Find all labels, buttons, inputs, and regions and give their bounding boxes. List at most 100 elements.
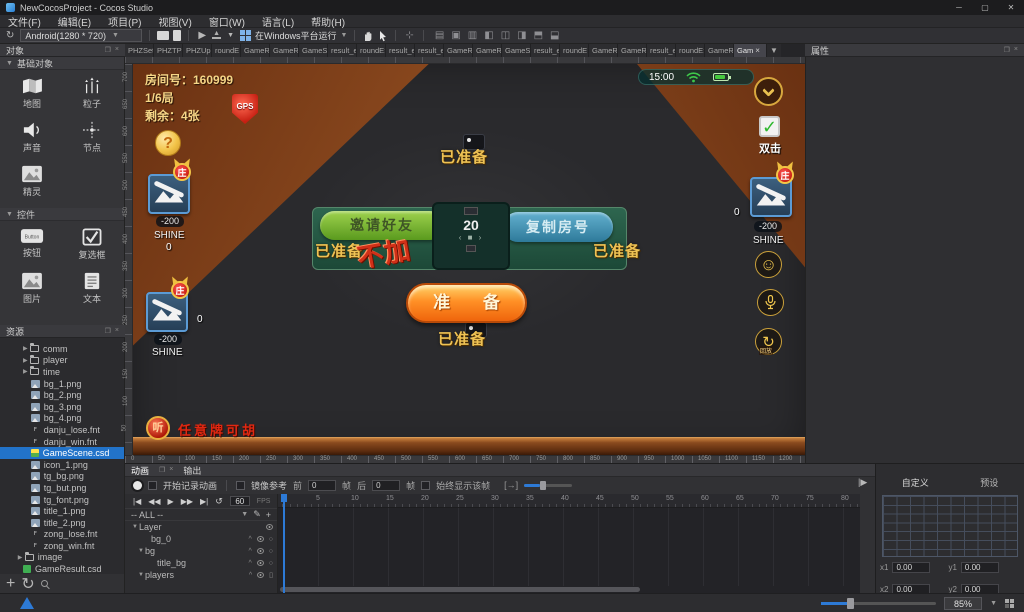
play-button[interactable]: ▶ — [196, 29, 208, 43]
align-icon[interactable]: ⬒ — [534, 30, 543, 41]
document-tab[interactable]: GameR: — [473, 44, 502, 57]
float-panel-icon[interactable]: ❐ — [105, 46, 111, 54]
resource-item[interactable]: bg_4.png — [0, 413, 124, 425]
document-tab[interactable]: PHZUp: — [183, 44, 212, 57]
palette-item-text[interactable]: 文本 — [62, 269, 122, 313]
align-icon[interactable]: ◨ — [517, 30, 526, 41]
close-panel-icon[interactable]: × — [115, 327, 119, 335]
run-platform-button[interactable]: 在Windows平台运行 ▼ — [240, 29, 347, 42]
copy-room-number-button[interactable]: 复制房号 — [503, 212, 613, 242]
palette-item-checkbox[interactable]: 复选框 — [62, 225, 122, 269]
landscape-icon[interactable] — [157, 31, 169, 40]
section-header[interactable]: ▼控件 — [0, 208, 124, 221]
double-click-checkbox[interactable]: ✓ — [759, 116, 780, 137]
resource-item[interactable]: ▶player — [0, 355, 124, 367]
resource-item[interactable]: GameScene.csd — [0, 447, 124, 459]
align-icon[interactable]: ▥ — [468, 30, 477, 41]
record-checkbox[interactable] — [148, 481, 157, 490]
resource-item[interactable]: tg_but.png — [0, 482, 124, 494]
chevron-down-icon[interactable]: ▼ — [137, 572, 145, 578]
zoom-slider[interactable] — [821, 602, 936, 605]
close-panel-icon[interactable]: × — [115, 46, 119, 54]
publish-button[interactable]: ▲ — [212, 32, 221, 39]
replay-button[interactable]: ↻ 回放 — [755, 328, 782, 355]
visibility-eye-icon[interactable] — [257, 548, 264, 554]
resource-item[interactable]: ꜰdanju_win.fnt — [0, 436, 124, 448]
resource-item[interactable]: tg_font.png — [0, 494, 124, 506]
expand-arrow-icon[interactable]: ▶ — [23, 368, 30, 375]
chevron-down-icon[interactable]: ▼ — [990, 600, 997, 607]
tab-output[interactable]: 输出 — [183, 464, 201, 477]
curve-field-input[interactable]: 0.00 — [892, 562, 930, 573]
expand-arrow-icon[interactable]: ▶ — [23, 357, 30, 364]
resource-item[interactable]: ꜰzong_win.fnt — [0, 540, 124, 552]
menu-item[interactable]: 语言(L) — [262, 14, 294, 29]
layer-row[interactable]: ▼Layer — [125, 521, 277, 533]
document-tab[interactable]: result_e — [531, 44, 560, 57]
timeline[interactable]: 05101520253035404550556065707580 — [278, 494, 860, 593]
menu-item[interactable]: 编辑(E) — [58, 14, 91, 29]
frame-lock-icon[interactable]: ▯ — [269, 571, 273, 579]
document-tab[interactable]: GameR: — [241, 44, 270, 57]
collapse-caret-icon[interactable]: ^ — [248, 560, 251, 567]
collapse-caret-icon[interactable]: ^ — [248, 536, 251, 543]
document-tab[interactable]: PHZSet: — [125, 44, 154, 57]
record-icon[interactable] — [133, 481, 142, 490]
zoom-level-value[interactable]: 85% — [944, 597, 982, 610]
mirror-checkbox[interactable] — [236, 481, 245, 490]
minimize-button[interactable]: ─ — [946, 0, 972, 15]
visibility-eye-icon[interactable] — [257, 572, 264, 578]
tab-list-chevron-icon[interactable]: ▼ — [767, 44, 781, 57]
last-frame-button[interactable]: ▶| — [200, 497, 208, 506]
layer-row[interactable]: ▼bg^○ — [125, 545, 277, 557]
tab-preset-curve[interactable]: 预设 — [980, 476, 998, 489]
timeline-playhead[interactable] — [281, 494, 287, 502]
palette-item-sound[interactable]: 声音 — [2, 118, 62, 162]
document-tab[interactable]: roundE — [212, 44, 241, 57]
float-panel-icon[interactable]: ❐ — [159, 466, 165, 474]
move-tool-icon[interactable]: ⊹ — [403, 29, 415, 43]
tab-custom-curve[interactable]: 自定义 — [902, 476, 929, 489]
layer-row[interactable]: title_bg^○ — [125, 557, 277, 569]
layer-filter-select[interactable]: -- ALL -- — [131, 510, 163, 520]
device-select[interactable]: Android(1280 * 720) ▼ — [20, 29, 142, 42]
prev-frame-button[interactable]: ◀◀ — [148, 497, 160, 506]
palette-item-button[interactable]: Button按钮 — [2, 225, 62, 269]
portrait-icon[interactable] — [173, 30, 181, 41]
resource-item[interactable]: GameResult.csd — [0, 563, 124, 574]
collapse-caret-icon[interactable]: ^ — [248, 548, 251, 555]
document-tab[interactable]: result_e — [386, 44, 415, 57]
resource-item[interactable]: bg_2.png — [0, 389, 124, 401]
document-tab[interactable]: GameR: — [444, 44, 473, 57]
section-header[interactable]: ▼基础对象 — [0, 57, 124, 70]
curve-editor-grid[interactable] — [882, 495, 1018, 557]
resource-item[interactable]: title_2.png — [0, 517, 124, 529]
help-coin-button[interactable]: ? — [155, 130, 181, 156]
curve-field-input[interactable]: 0.00 — [961, 562, 999, 573]
document-tab[interactable]: roundE: — [357, 44, 386, 57]
document-tab[interactable]: result_e — [647, 44, 676, 57]
resource-item[interactable]: title_1.png — [0, 505, 124, 517]
tab-animation[interactable]: 动画 — [131, 464, 149, 477]
lock-circle-icon[interactable]: ○ — [269, 536, 273, 543]
publish-dropdown-icon[interactable]: ▼ — [225, 29, 236, 43]
float-panel-icon[interactable]: ❐ — [1004, 46, 1010, 54]
document-tab[interactable]: GameR: — [270, 44, 299, 57]
hand-tool-icon[interactable] — [362, 30, 374, 42]
palette-item-particle[interactable]: 粒子 — [62, 74, 122, 118]
document-tab[interactable]: roundE — [560, 44, 589, 57]
chevron-down-icon[interactable]: ▼ — [137, 548, 145, 554]
visibility-eye-icon[interactable] — [257, 536, 264, 542]
visibility-eye-icon[interactable] — [266, 524, 273, 530]
close-panel-icon[interactable]: × — [1014, 46, 1018, 54]
ready-button[interactable]: 准 备 — [406, 283, 527, 323]
palette-item-sprite[interactable]: 精灵 — [2, 162, 62, 206]
menu-item[interactable]: 视图(V) — [158, 14, 191, 29]
document-tab[interactable]: roundE: — [676, 44, 705, 57]
align-icon[interactable]: ⬓ — [550, 30, 559, 41]
always-show-checkbox[interactable] — [421, 481, 430, 490]
timeline-scrollbar[interactable] — [280, 587, 640, 592]
document-tab[interactable]: GameS: — [299, 44, 328, 57]
first-frame-button[interactable]: |◀ — [133, 497, 141, 506]
menu-item[interactable]: 文件(F) — [8, 14, 41, 29]
